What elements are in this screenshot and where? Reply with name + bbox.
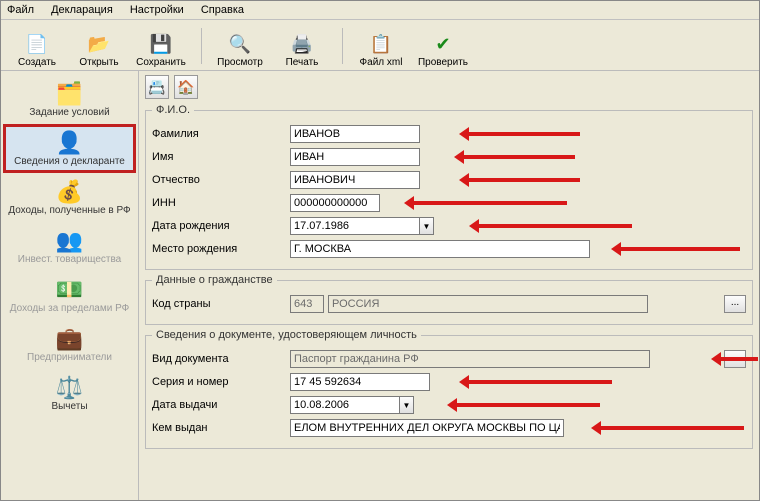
new-doc-icon: 📄 [26, 33, 48, 55]
label-birthdate: Дата рождения [152, 220, 290, 232]
mode-house-icon[interactable]: 🏠 [174, 75, 198, 99]
group-citizenship: Данные о гражданстве Код страны ... [145, 274, 753, 325]
arrow-icon [462, 178, 580, 182]
separator [342, 28, 343, 64]
input-series-num[interactable] [290, 373, 430, 391]
input-patronymic[interactable] [290, 171, 420, 189]
diskette-icon: 💾 [150, 33, 172, 55]
moneybag-icon: 💵 [56, 277, 83, 303]
arrow-icon [462, 132, 580, 136]
input-country-name [328, 295, 648, 313]
printer-icon: 🖨️ [291, 33, 313, 55]
input-birthdate[interactable] [290, 217, 420, 235]
arrow-icon [407, 201, 567, 205]
sidebar-item-invest: 👥Инвест. товарищества [1, 222, 138, 271]
label-patronymic: Отчество [152, 174, 290, 186]
toolbar: 📄Создать 📂Открыть 💾Сохранить 🔍Просмотр 🖨… [1, 20, 759, 71]
input-surname[interactable] [290, 125, 420, 143]
xml-button[interactable]: 📋Файл xml [351, 24, 411, 68]
input-issued-by[interactable] [290, 419, 564, 437]
arrow-icon [472, 224, 632, 228]
sidebar-item-declarant[interactable]: 👤Сведения о декларанте [3, 124, 136, 173]
input-country-code [290, 295, 324, 313]
sidebar-item-conditions[interactable]: 🗂️Задание условий [1, 75, 138, 124]
open-button[interactable]: 📂Открыть [69, 24, 129, 68]
briefcase-icon: 💼 [56, 326, 83, 352]
print-button[interactable]: 🖨️Печать [272, 24, 332, 68]
arrow-icon [614, 247, 740, 251]
group-fio: Ф.И.О. Фамилия Имя Отчество ИНН Дата рож… [145, 104, 753, 270]
mode-person-icon[interactable]: 📇 [145, 75, 169, 99]
arrow-icon [714, 357, 758, 361]
label-issued-by: Кем выдан [152, 422, 290, 434]
arrow-icon [457, 155, 575, 159]
tree-icon: 🗂️ [56, 81, 83, 107]
money-icon: 💰 [56, 179, 83, 205]
arrow-icon [462, 380, 612, 384]
country-browse-button[interactable]: ... [724, 295, 746, 313]
scales-icon: ⚖️ [56, 375, 83, 401]
sidebar-item-entrepreneur: 💼Предприниматели [1, 320, 138, 369]
arrow-icon [594, 426, 744, 430]
create-button[interactable]: 📄Создать [7, 24, 67, 68]
folder-open-icon: 📂 [88, 33, 110, 55]
sidebar: 🗂️Задание условий 👤Сведения о декларанте… [1, 71, 139, 500]
check-icon: ✔ [435, 33, 450, 55]
mode-icons: 📇 🏠 [139, 71, 759, 103]
label-birthplace: Место рождения [152, 243, 290, 255]
arrow-icon [450, 403, 600, 407]
preview-button[interactable]: 🔍Просмотр [210, 24, 270, 68]
group-document: Сведения о документе, удостоверяющем лич… [145, 329, 753, 449]
input-issue-date[interactable] [290, 396, 400, 414]
label-inn: ИНН [152, 197, 290, 209]
content-pane: 📇 🏠 Ф.И.О. Фамилия Имя Отчество ИНН Дата… [139, 71, 759, 500]
sidebar-item-income-rf[interactable]: 💰Доходы, полученные в РФ [1, 173, 138, 222]
sidebar-item-income-abroad: 💵Доходы за пределами РФ [1, 271, 138, 320]
save-button[interactable]: 💾Сохранить [131, 24, 191, 68]
label-name: Имя [152, 151, 290, 163]
menu-help[interactable]: Справка [201, 4, 244, 16]
sidebar-item-deductions[interactable]: ⚖️Вычеты [1, 369, 138, 418]
group-icon: 👥 [56, 228, 83, 254]
menu-file[interactable]: Файл [7, 4, 34, 16]
issue-date-dropdown[interactable]: ▼ [400, 396, 414, 414]
group-document-legend: Сведения о документе, удостоверяющем лич… [152, 329, 421, 341]
group-citizenship-legend: Данные о гражданстве [152, 274, 277, 286]
label-doc-type: Вид документа [152, 353, 290, 365]
input-name[interactable] [290, 148, 420, 166]
check-button[interactable]: ✔Проверить [413, 24, 473, 68]
label-country-code: Код страны [152, 298, 290, 310]
birthdate-dropdown[interactable]: ▼ [420, 217, 434, 235]
xml-file-icon: 📋 [370, 33, 392, 55]
input-doc-type [290, 350, 650, 368]
menu-declaration[interactable]: Декларация [51, 4, 113, 16]
separator [201, 28, 202, 64]
group-fio-legend: Ф.И.О. [152, 104, 194, 116]
menubar: Файл Декларация Настройки Справка [1, 1, 759, 20]
input-birthplace[interactable] [290, 240, 590, 258]
input-inn[interactable] [290, 194, 380, 212]
person-card-icon: 👤 [56, 130, 83, 156]
magnifier-icon: 🔍 [229, 33, 251, 55]
label-series-num: Серия и номер [152, 376, 290, 388]
label-surname: Фамилия [152, 128, 290, 140]
label-issue-date: Дата выдачи [152, 399, 290, 411]
menu-settings[interactable]: Настройки [130, 4, 184, 16]
